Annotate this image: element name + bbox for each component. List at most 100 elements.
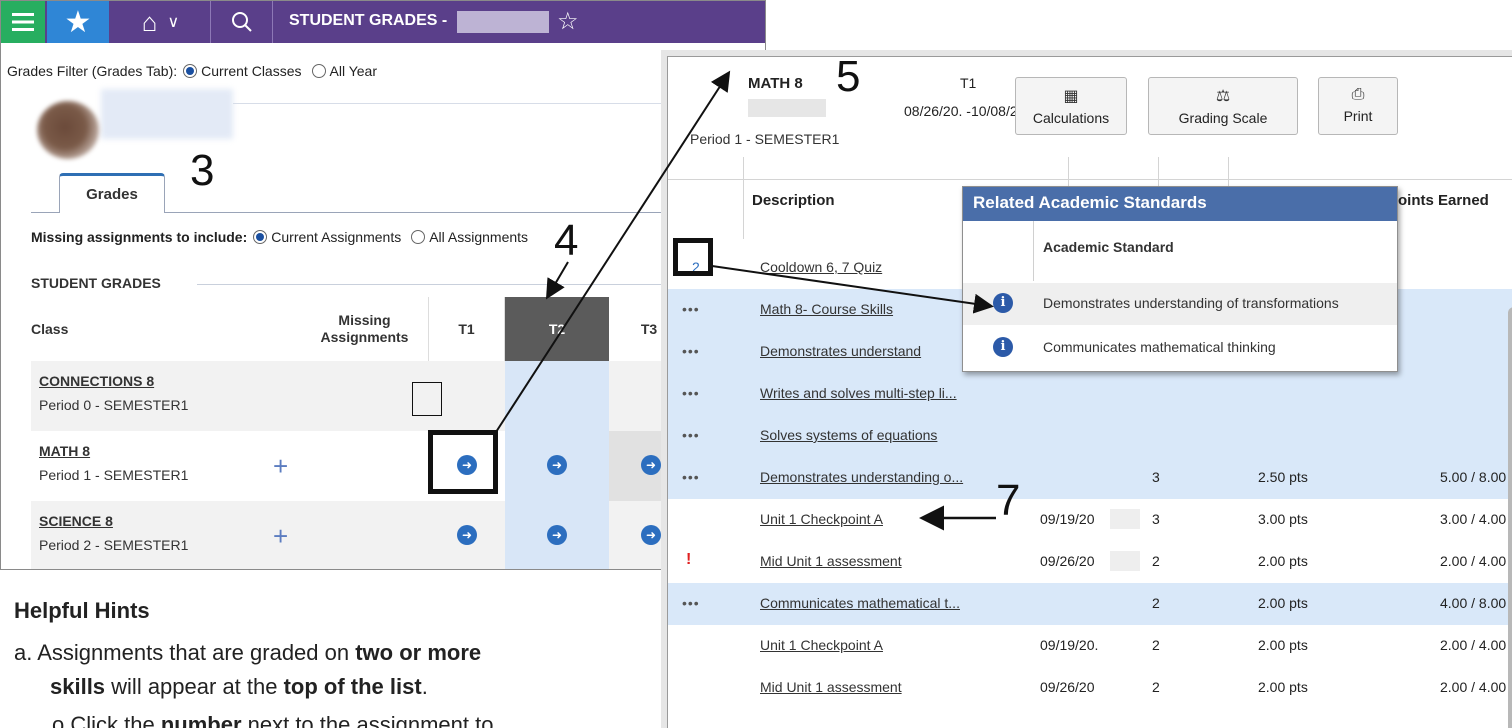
assignment-link[interactable]: Communicates mathematical t... [760, 595, 960, 611]
missing-label: Missing assignments to include: [31, 229, 248, 245]
favorites-button[interactable]: ★ [47, 1, 109, 43]
assignment-link[interactable]: Mid Unit 1 assessment [760, 553, 902, 569]
course-header: MATH 8 Period 1 - SEMESTER1 T1 08/26/20.… [668, 57, 1512, 157]
hint-line: o Click the number next to the assignmen… [52, 712, 493, 728]
teacher-redacted [748, 99, 826, 117]
scrollbar[interactable]: ▲ [1506, 247, 1512, 728]
add-icon[interactable]: + [273, 453, 288, 479]
calculator-icon: ▦ [1063, 88, 1079, 105]
open-grade-icon[interactable]: ➜ [641, 525, 661, 545]
print-button[interactable]: ⎙ Print [1318, 77, 1398, 135]
class-name-link[interactable]: CONNECTIONS 8 [39, 373, 188, 389]
points: 2.50 pts [1258, 469, 1308, 485]
due-date: 09/26/20 [1040, 553, 1095, 569]
weight: 2 [1152, 553, 1160, 569]
radio-current-classes[interactable] [183, 64, 198, 78]
open-grade-icon[interactable]: ➜ [457, 525, 477, 545]
hint-line: a. Assignments that are graded on two or… [14, 640, 481, 666]
table-row: Unit 1 Checkpoint A 09/19/20. 2 2.00 pts… [668, 625, 1512, 667]
column-description[interactable]: Description [752, 192, 835, 209]
row-more-icon[interactable]: ••• [682, 427, 700, 443]
add-icon[interactable]: + [273, 523, 288, 549]
column-points-earned[interactable]: oints Earned [1398, 192, 1489, 209]
student-name-redacted [457, 11, 549, 33]
table-row: ••• Solves systems of equations [668, 415, 1512, 457]
points-earned: 4.00 / 8.00 [1440, 595, 1507, 611]
row-more-icon[interactable]: ••• [682, 595, 700, 611]
calculations-label: Calculations [1032, 110, 1110, 126]
row-more-icon[interactable]: ••• [682, 469, 700, 485]
radio-all-year[interactable] [311, 64, 326, 78]
hint-text: will appear at the [105, 674, 284, 699]
assignment-link[interactable]: Solves systems of equations [760, 427, 937, 443]
favorite-star-icon[interactable]: ☆ [557, 7, 579, 36]
course-period: Period 1 - SEMESTER1 [690, 131, 840, 147]
points: 3.00 pts [1258, 511, 1308, 527]
radio-all-assignments[interactable] [411, 230, 426, 244]
row-more-icon[interactable]: ••• [682, 343, 700, 359]
assignment-link[interactable]: Unit 1 Checkpoint A [760, 637, 883, 653]
popup-column-header: Academic Standard [1043, 239, 1174, 255]
radio-current-assignments[interactable] [253, 230, 268, 244]
table-row: ! Mid Unit 1 assessment 09/26/20 2 2.00 … [668, 541, 1512, 583]
radio-current-assignments-label: Current Assignments [271, 229, 402, 245]
course-term: T1 [960, 75, 977, 91]
print-label: Print [1343, 108, 1373, 124]
tab-grades[interactable]: Grades [59, 173, 165, 213]
column-t2[interactable]: T2 [505, 297, 609, 361]
radio-current-classes-label: Current Classes [201, 63, 302, 79]
assignment-link[interactable]: Demonstrates understand [760, 343, 921, 359]
search-icon [231, 12, 252, 32]
column-t1[interactable]: T1 [429, 297, 505, 361]
list-item: i Communicates mathematical thinking [963, 327, 1397, 369]
hint-text: a. Assignments that are graded on [14, 640, 356, 665]
table-row: SCIENCE 8 Period 2 - SEMESTER1 + ➜ ➜ ➜ [31, 501, 765, 569]
section-divider [197, 284, 667, 285]
annotation-5: 5 [836, 52, 861, 101]
hamburger-icon [12, 13, 34, 31]
table-row: CONNECTIONS 8 Period 0 - SEMESTER1 [31, 361, 765, 431]
top-navigation-bar: ★ ⌂ ∨ STUDENT GRADES - ☆ [1, 1, 765, 43]
balance-scale-icon: ⚖ [1215, 88, 1231, 105]
column-missing-line2: Assignments [320, 329, 409, 345]
assignment-link[interactable]: Writes and solves multi-step li... [760, 385, 957, 401]
grading-scale-label: Grading Scale [1178, 110, 1268, 126]
calculations-button[interactable]: ▦ Calculations [1015, 77, 1127, 135]
row-more-icon[interactable]: ••• [682, 385, 700, 401]
open-grade-icon[interactable]: ➜ [547, 525, 567, 545]
hint-bold: two or more [355, 640, 482, 665]
open-grade-icon[interactable]: ➜ [547, 455, 567, 475]
missing-alert-icon: ! [686, 551, 692, 568]
class-cell: SCIENCE 8 Period 2 - SEMESTER1 [39, 513, 188, 553]
grades-window: ★ ⌂ ∨ STUDENT GRADES - ☆ Grades Filter (G… [0, 0, 766, 570]
class-period: Period 0 - SEMESTER1 [39, 397, 189, 413]
home-button[interactable]: ⌂ ∨ [111, 1, 211, 43]
points-earned: 5.00 / 8.00 [1440, 469, 1507, 485]
popup-title: Related Academic Standards [963, 187, 1397, 221]
scroll-thumb[interactable] [1508, 307, 1512, 728]
annotation-7: 7 [996, 476, 1021, 525]
class-period: Period 1 - SEMESTER1 [39, 467, 189, 483]
standard-text: Communicates mathematical thinking [1043, 339, 1276, 355]
student-name-redacted-block [101, 89, 233, 139]
info-icon[interactable]: i [993, 293, 1013, 313]
assignment-link[interactable]: Mid Unit 1 assessment [760, 679, 902, 695]
assignment-link[interactable]: Demonstrates understanding o... [760, 469, 963, 485]
home-icon: ⌂ [141, 6, 158, 37]
class-name-link[interactable]: MATH 8 [39, 443, 188, 459]
open-grade-icon[interactable]: ➜ [641, 455, 661, 475]
page-title: STUDENT GRADES - [289, 12, 448, 29]
menu-button[interactable] [1, 1, 45, 43]
assignment-link[interactable]: Cooldown 6, 7 Quiz [760, 259, 882, 275]
class-name-link[interactable]: SCIENCE 8 [39, 513, 188, 529]
assignment-link[interactable]: Unit 1 Checkpoint A [760, 511, 883, 527]
info-icon[interactable]: i [993, 337, 1013, 357]
row-more-icon[interactable]: ••• [682, 301, 700, 317]
grading-scale-button[interactable]: ⚖ Grading Scale [1148, 77, 1298, 135]
search-button[interactable] [211, 1, 273, 43]
related-standards-popup: Related Academic Standards Academic Stan… [962, 186, 1398, 372]
popup-divider [1033, 221, 1034, 281]
hint-text: next to the assignment to [241, 712, 494, 728]
column-class: Class [31, 321, 69, 337]
assignment-link[interactable]: Math 8- Course Skills [760, 301, 893, 317]
